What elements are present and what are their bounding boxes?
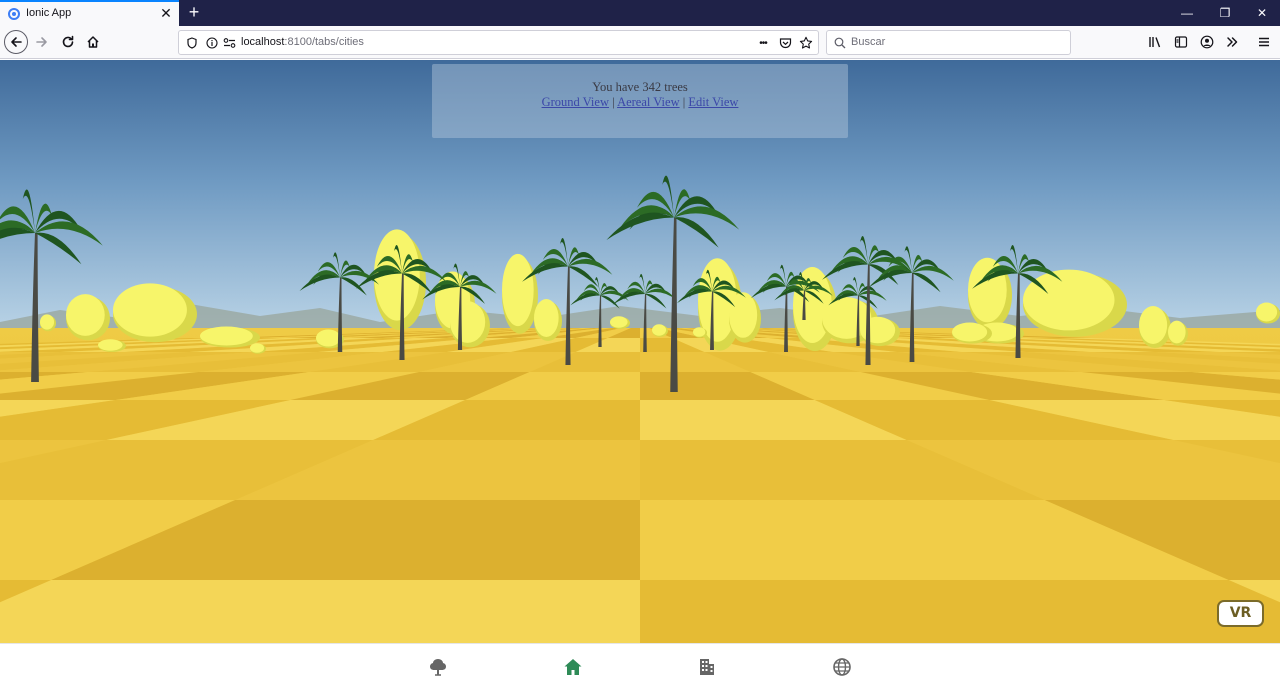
- ground-tile: [0, 580, 640, 643]
- ground-view-link[interactable]: Ground View: [542, 95, 609, 109]
- round-tree-crown: [610, 316, 628, 328]
- round-tree-crown: [952, 322, 988, 342]
- round-tree-crown: [250, 343, 265, 353]
- tab-title: Ionic App: [26, 7, 72, 19]
- round-tree-crown: [534, 299, 559, 337]
- sidebar-icon[interactable]: [1173, 34, 1189, 50]
- ionic-favicon-icon: [8, 8, 20, 20]
- reload-button[interactable]: [56, 30, 80, 54]
- round-tree-crown: [1168, 320, 1186, 344]
- restore-button[interactable]: ❐: [1206, 0, 1244, 26]
- browser-nav-bar: localhost:8100/tabs/cities ••• Buscar: [0, 26, 1280, 59]
- back-button[interactable]: [4, 30, 28, 54]
- round-tree-crown: [729, 292, 758, 338]
- search-icon: [832, 35, 848, 51]
- tab-close-icon[interactable]: ✕: [158, 5, 174, 21]
- tree-info-panel: You have 342 trees Ground View | Aereal …: [432, 64, 848, 138]
- round-tree-crown: [98, 339, 123, 351]
- globe-icon: [833, 658, 851, 676]
- round-tree-crown: [113, 283, 187, 337]
- ground-tiles: [0, 328, 1280, 643]
- url-text: localhost:8100/tabs/cities: [241, 36, 364, 48]
- vr-scene-canvas[interactable]: You have 342 trees Ground View | Aereal …: [0, 60, 1280, 643]
- library-icon[interactable]: [1147, 34, 1163, 50]
- back-arrow-icon: [4, 30, 28, 54]
- forward-arrow-icon: [36, 37, 47, 47]
- url-path: :8100/tabs/cities: [284, 36, 364, 48]
- permissions-icon[interactable]: [221, 35, 237, 51]
- page-actions-icon[interactable]: •••: [753, 35, 773, 51]
- home-button[interactable]: [81, 30, 105, 54]
- url-bar[interactable]: localhost:8100/tabs/cities •••: [178, 30, 819, 55]
- round-tree-crown: [1023, 269, 1115, 331]
- round-tree-crown: [652, 324, 667, 336]
- new-tab-button[interactable]: +: [184, 2, 204, 22]
- bookmark-star-icon[interactable]: [798, 35, 814, 51]
- tree-count-text: You have 342 trees: [592, 80, 688, 94]
- edit-view-link[interactable]: Edit View: [688, 95, 738, 109]
- home-icon: [564, 659, 582, 675]
- search-bar[interactable]: Buscar: [826, 30, 1071, 55]
- forward-button[interactable]: [30, 30, 54, 54]
- tree-icon: [430, 659, 446, 676]
- close-window-button[interactable]: ✕: [1243, 0, 1280, 26]
- view-links: Ground View | Aereal View | Edit View: [432, 95, 848, 110]
- round-tree-crown: [1256, 302, 1278, 322]
- minimize-button[interactable]: —: [1168, 0, 1206, 26]
- link-separator: |: [682, 95, 686, 109]
- building-icon: [700, 659, 714, 675]
- tab-home[interactable]: [562, 656, 584, 678]
- tab-cities[interactable]: [696, 656, 718, 678]
- url-host: localhost: [241, 36, 285, 48]
- round-tree-crown: [1139, 306, 1168, 344]
- ground-tile: [640, 580, 1280, 643]
- browser-tab-active[interactable]: Ionic App ✕: [0, 0, 179, 26]
- round-tree-crown: [316, 329, 341, 347]
- tab-world[interactable]: [831, 656, 853, 678]
- aereal-view-link[interactable]: Aereal View: [617, 95, 680, 109]
- bottom-tab-bar: [0, 643, 1280, 688]
- account-icon[interactable]: [1199, 34, 1215, 50]
- hamburger-menu-icon[interactable]: [1256, 34, 1272, 50]
- vr-mode-button[interactable]: VR: [1217, 600, 1264, 627]
- info-icon[interactable]: [204, 35, 220, 51]
- overflow-chevron-icon[interactable]: [1224, 34, 1240, 50]
- scene-render: [0, 60, 1280, 643]
- round-tree-crown: [40, 314, 55, 330]
- round-tree-crown: [450, 301, 486, 343]
- link-separator: |: [612, 95, 615, 109]
- round-tree-crown: [502, 253, 534, 327]
- round-tree-crown: [860, 316, 896, 344]
- browser-tab-strip: Ionic App ✕ + — ❐ ✕: [0, 0, 1280, 26]
- round-tree-crown: [200, 326, 253, 346]
- shield-icon[interactable]: [184, 35, 200, 51]
- pocket-icon[interactable]: [777, 35, 793, 51]
- search-placeholder: Buscar: [851, 36, 886, 48]
- round-tree-crown: [66, 294, 105, 336]
- home-outline-icon: [87, 36, 99, 48]
- tab-trees[interactable]: [427, 656, 449, 678]
- round-tree-crown: [693, 327, 706, 337]
- reload-icon: [62, 35, 74, 48]
